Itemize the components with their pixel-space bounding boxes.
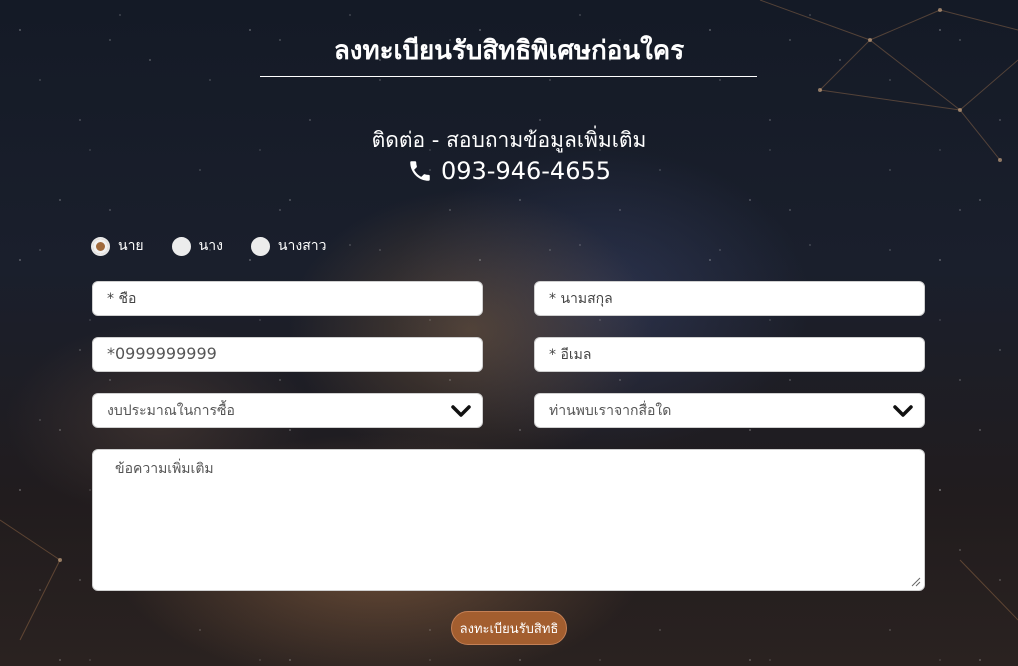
last-name-field[interactable]: [534, 281, 925, 316]
message-textarea[interactable]: [115, 458, 902, 582]
radio-mr[interactable]: นาย: [91, 235, 144, 257]
email-input[interactable]: [549, 346, 924, 363]
message-field[interactable]: [92, 449, 925, 591]
phone-field[interactable]: [92, 337, 483, 372]
radio-mr-label: นาย: [118, 238, 144, 254]
budget-select-value: งบประมาณในการซื้อ: [107, 402, 235, 419]
first-name-input[interactable]: [107, 290, 482, 307]
email-field[interactable]: [534, 337, 925, 372]
page-title: ลงทะเบียนรับสิทธิพิเศษก่อนใคร: [333, 36, 685, 66]
radio-mrs[interactable]: นาง: [171, 235, 223, 257]
phone-icon: [410, 161, 430, 181]
source-select[interactable]: ท่านพบเราจากสื่อใด: [534, 393, 925, 428]
chevron-down-icon: [893, 404, 913, 417]
source-select-value: ท่านพบเราจากสื่อใด: [549, 402, 672, 419]
budget-select[interactable]: งบประมาณในการซื้อ: [92, 393, 483, 428]
phone-contact[interactable]: 093-946-4655: [0, 157, 1018, 185]
radio-miss-indicator[interactable]: [250, 236, 270, 256]
first-name-field[interactable]: [92, 281, 483, 316]
chevron-down-icon: [451, 404, 471, 417]
title-divider: [260, 76, 757, 77]
radio-mrs-label: นาง: [198, 238, 223, 254]
radio-mrs-indicator[interactable]: [171, 236, 191, 256]
radio-miss[interactable]: นางสาว: [250, 235, 327, 257]
phone-input[interactable]: [107, 346, 482, 363]
resize-handle-icon[interactable]: [911, 577, 921, 587]
last-name-input[interactable]: [549, 290, 924, 307]
submit-button[interactable]: ลงทะเบียนรับสิทธิ: [451, 611, 567, 645]
radio-mr-indicator[interactable]: [91, 236, 110, 256]
radio-miss-label: นางสาว: [277, 238, 327, 254]
title-radio-group: นาย นาง นางสาว: [91, 235, 354, 257]
phone-number: 093-946-4655: [440, 157, 611, 185]
contact-label: ติดต่อ - สอบถามข้อมูลเพิ่มเติม: [371, 128, 647, 152]
